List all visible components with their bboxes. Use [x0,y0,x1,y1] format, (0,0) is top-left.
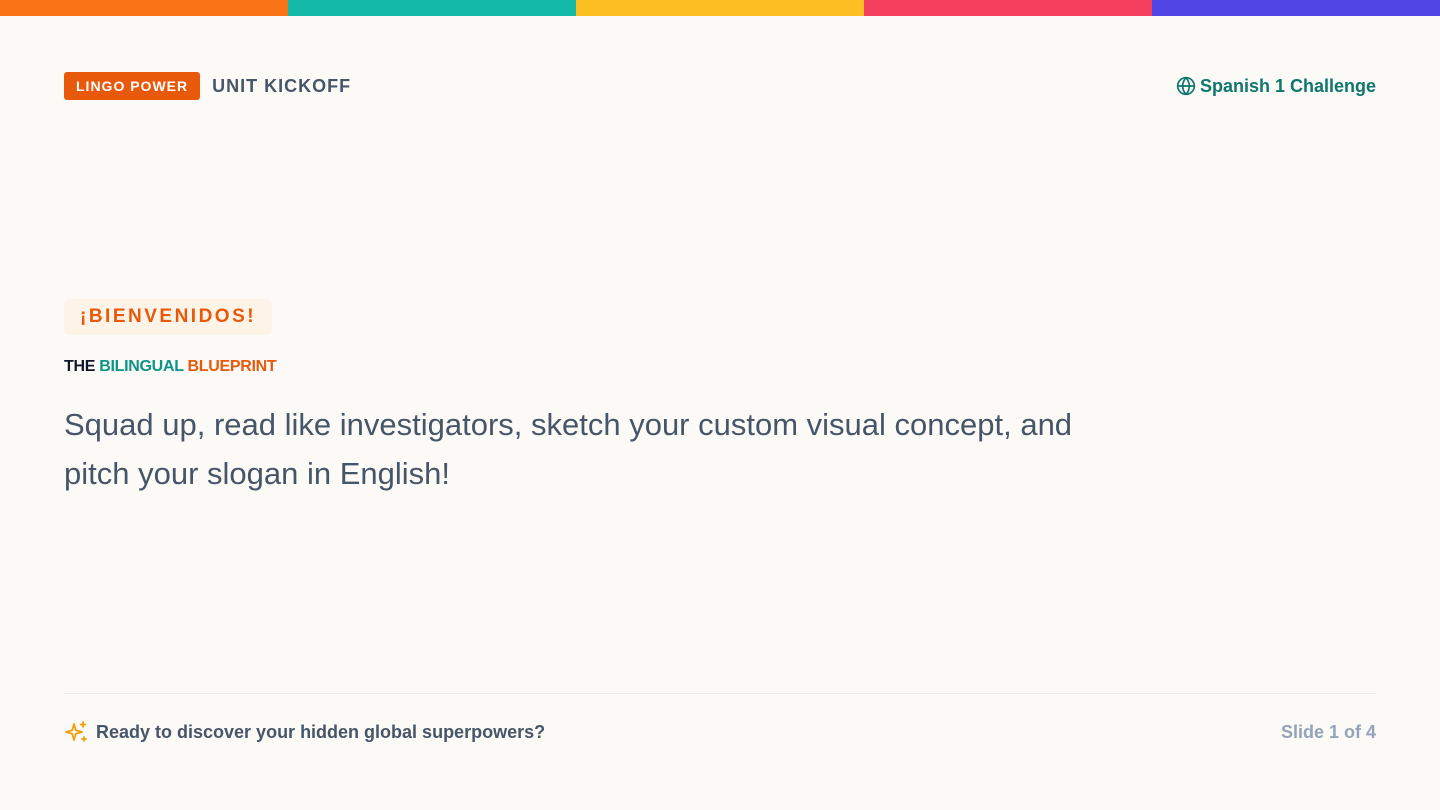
brand: LINGO POWER UNIT KICKOFF [64,72,351,100]
slide-counter: Slide 1 of 4 [1280,721,1376,742]
footer-divider [64,693,1376,694]
unit-kicker: UNIT KICKOFF [212,75,352,96]
globe-icon [1176,76,1196,96]
brand-tag: LINGO POWER [64,72,201,100]
welcome-badge: ¡BIENVENIDOS! [64,299,273,335]
slide-body-text: Squad up, read like investigators, sketc… [64,407,1073,491]
subtitle-word-the: THE [64,358,96,375]
stripe-segment [0,0,288,16]
stripe-segment [864,0,1152,16]
slide: LINGO POWER UNIT KICKOFF Spanish 1 Chall… [0,0,1440,810]
stripe-segment [1152,0,1440,16]
slide-header: LINGO POWER UNIT KICKOFF Spanish 1 Chall… [64,72,1376,100]
sparkles-icon [65,721,87,742]
subtitle-word-bilingual: BILINGUAL [99,358,184,375]
course-title: Spanish 1 Challenge [1199,75,1376,96]
stripe-segment [288,0,576,16]
subtitle-word-blueprint: BLUEPRINT [187,358,277,375]
slide-footer: Ready to discover your hidden global sup… [64,718,1376,746]
stripe-segment [576,0,864,16]
top-color-stripe [0,0,1440,16]
footer-message: Ready to discover your hidden global sup… [96,721,546,742]
course-label: Spanish 1 Challenge [1176,76,1376,97]
footer-prompt: Ready to discover your hidden global sup… [64,720,545,744]
slide-subtitle: THE BILINGUAL BLUEPRINT [64,358,277,376]
